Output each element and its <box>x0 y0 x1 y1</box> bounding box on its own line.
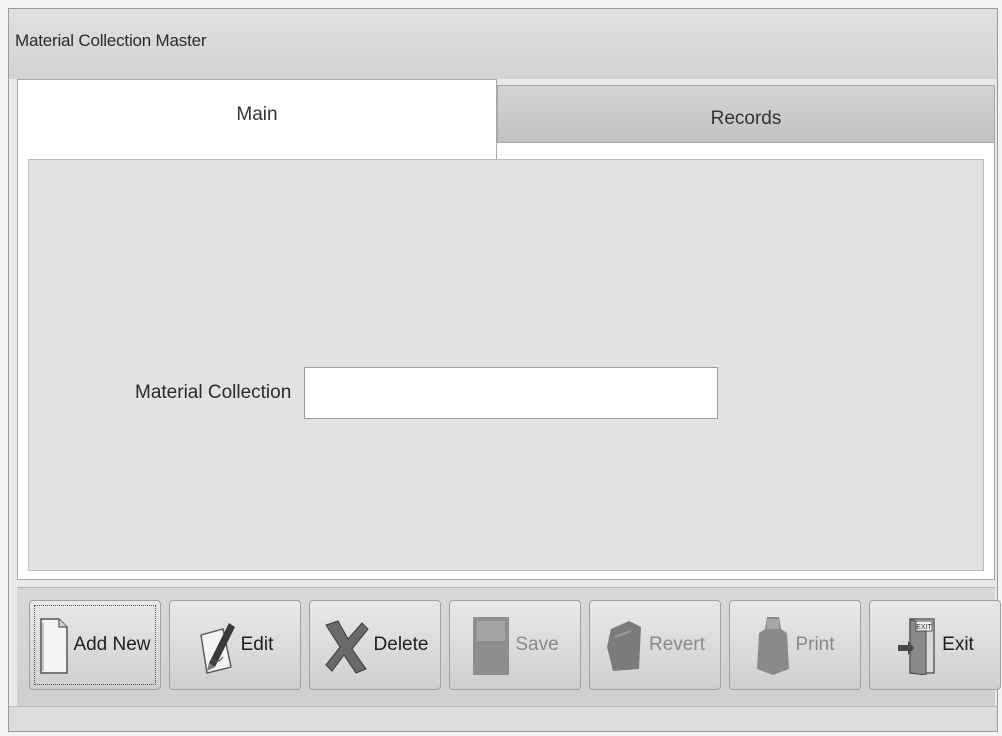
revert-button[interactable]: Revert <box>589 600 721 690</box>
delete-x-icon <box>322 615 370 675</box>
revert-icon <box>605 617 645 673</box>
title-bar: Material Collection Master <box>9 9 997 79</box>
printer-icon <box>755 613 791 677</box>
exit-button[interactable]: EXIT Exit <box>869 600 1001 690</box>
save-button[interactable]: Save <box>449 600 581 690</box>
tab-main[interactable]: Main <box>17 79 497 159</box>
svg-text:EXIT: EXIT <box>916 624 932 631</box>
pen-paper-icon <box>197 615 237 675</box>
new-document-icon <box>39 613 69 677</box>
exit-door-icon: EXIT <box>896 615 938 675</box>
action-toolbar: Add New Edit Delete Save Revert Print EX… <box>17 587 1001 706</box>
form-area: Material Collection <box>28 159 984 571</box>
material-collection-input[interactable] <box>304 367 718 419</box>
status-strip <box>9 706 997 731</box>
print-label: Print <box>795 634 835 655</box>
add-new-label: Add New <box>73 634 151 655</box>
tab-records[interactable]: Records <box>497 85 995 143</box>
tab-main-label: Main <box>236 104 278 125</box>
save-label: Save <box>515 634 559 655</box>
revert-label: Revert <box>649 634 705 655</box>
edit-button[interactable]: Edit <box>169 600 301 690</box>
edit-label: Edit <box>240 634 274 655</box>
save-disk-icon <box>471 613 511 677</box>
add-new-button[interactable]: Add New <box>29 600 161 690</box>
tab-records-label: Records <box>710 108 782 129</box>
print-button[interactable]: Print <box>729 600 861 690</box>
material-collection-master-window: Material Collection Master Main Records … <box>8 8 1001 732</box>
delete-label: Delete <box>373 634 429 655</box>
delete-button[interactable]: Delete <box>309 600 441 690</box>
main-tab-panel: Material Collection <box>17 142 995 580</box>
exit-label: Exit <box>942 634 974 655</box>
material-collection-label: Material Collection <box>135 382 292 403</box>
window-title: Material Collection Master <box>15 31 207 50</box>
